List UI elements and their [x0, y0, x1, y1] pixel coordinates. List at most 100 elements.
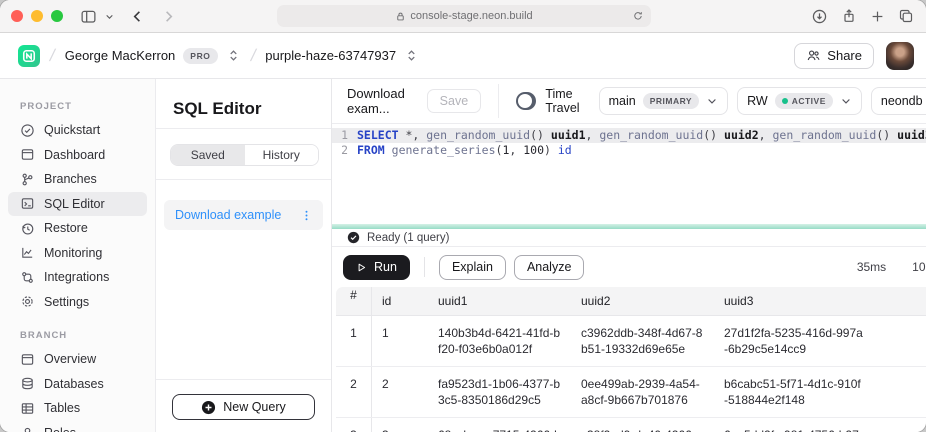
sidebar-item-label: Dashboard	[44, 148, 105, 162]
sidebar-item-label: Branches	[44, 172, 97, 186]
column-header-uuid2[interactable]: uuid2	[581, 293, 724, 309]
column-header-num[interactable]: #	[336, 287, 372, 315]
project-switcher-icon[interactable]	[404, 48, 419, 63]
share-page-icon[interactable]	[841, 8, 857, 24]
zoom-window-button[interactable]	[51, 10, 63, 22]
sql-icon	[20, 196, 35, 211]
page-title: SQL Editor	[156, 79, 331, 128]
org-name[interactable]: George MacKerron	[65, 48, 176, 63]
tab-saved[interactable]: Saved	[171, 145, 245, 165]
row-count: 100 rows	[912, 260, 926, 274]
table-cell: 68ccbcca-7715-4266-b6c5-9f7a14ea6e5e	[438, 418, 581, 432]
browser-chrome: console-stage.neon.build	[0, 0, 926, 33]
primary-badge: PRIMARY	[643, 93, 699, 109]
sidebar-item-databases[interactable]: Databases	[8, 372, 147, 397]
query-duration: 35ms	[857, 260, 886, 274]
safari-window: console-stage.neon.build / George M	[0, 0, 926, 432]
analyze-button[interactable]: Analyze	[514, 255, 584, 280]
sidebar-item-branches[interactable]: Branches	[8, 167, 147, 192]
branch-selector[interactable]: main PRIMARY	[599, 87, 728, 115]
saved-query-item[interactable]: Download example	[164, 200, 323, 230]
table-row[interactable]: 11140b3b4d-6421-41fd-bf20-f03e6b0a012fc3…	[336, 316, 926, 367]
sidebar-item-settings[interactable]: Settings	[8, 290, 147, 315]
play-icon	[356, 262, 367, 273]
roles-icon	[20, 425, 35, 432]
table-cell: c3962ddb-348f-4d67-8b51-19332d69e65e	[581, 316, 724, 366]
editor-main: Download exam... Save Time Travel main P…	[332, 79, 926, 432]
table-cell: 3	[372, 418, 438, 432]
chevron-down-icon	[706, 95, 718, 107]
sidebar-item-monitoring[interactable]: Monitoring	[8, 241, 147, 266]
neon-logo[interactable]	[18, 45, 40, 67]
code-line[interactable]: 1SELECT *, gen_random_uuid() uuid1, gen_…	[332, 128, 926, 143]
column-header-uuid3[interactable]: uuid3	[724, 293, 884, 309]
active-dot-icon	[782, 98, 788, 104]
sidebar-item-dashboard[interactable]: Dashboard	[8, 143, 147, 168]
sidebar-toggle-icon[interactable]	[77, 5, 100, 28]
table-cell: b6cabc51-5f71-4d1c-910f-518844e2f148	[724, 367, 884, 417]
user-avatar[interactable]	[886, 42, 914, 70]
sql-code-editor[interactable]: 1SELECT *, gen_random_uuid() uuid1, gen_…	[332, 124, 926, 224]
downloads-icon[interactable]	[811, 8, 828, 25]
actions-bar: Run Explain Analyze 35ms 100 rows	[332, 247, 926, 287]
compute-selector[interactable]: RW ACTIVE	[737, 87, 862, 115]
column-header-id[interactable]: id	[372, 293, 438, 309]
table-row[interactable]: 3368ccbcca-7715-4266-b6c5-9f7a14ea6e5ec3…	[336, 418, 926, 432]
gear-icon	[20, 294, 35, 309]
code-line[interactable]: 2FROM generate_series(1, 100) id	[332, 143, 926, 158]
tab-history[interactable]: History	[245, 145, 319, 165]
saved-query-label[interactable]: Download example	[175, 208, 281, 222]
save-button[interactable]: Save	[427, 89, 482, 113]
sidebar-item-label: Restore	[44, 221, 88, 235]
sidebar-item-restore[interactable]: Restore	[8, 216, 147, 241]
branch-name: main	[609, 94, 636, 108]
address-bar[interactable]: console-stage.neon.build	[277, 5, 651, 27]
reload-icon[interactable]	[632, 10, 644, 22]
new-query-button[interactable]: New Query	[172, 394, 315, 420]
share-button[interactable]: Share	[794, 43, 874, 69]
sidebar-item-label: Roles	[44, 426, 76, 432]
sidebar-item-roles[interactable]: Roles	[8, 421, 147, 432]
sidebar-item-quickstart[interactable]: Quickstart	[8, 118, 147, 143]
back-icon[interactable]	[127, 6, 148, 27]
line-number: 1	[332, 128, 355, 143]
org-switcher-icon[interactable]	[226, 48, 241, 63]
pro-badge: PRO	[183, 48, 217, 64]
time-travel-toggle[interactable]	[516, 92, 537, 110]
sidebar-item-label: Settings	[44, 295, 89, 309]
sidebar-item-label: Tables	[44, 401, 80, 415]
table-cell: c38f2ad9-de40-4266-a918-ae947c732ed0	[581, 418, 724, 432]
queries-panel: SQL Editor Saved History Download exampl…	[156, 79, 332, 432]
traffic-lights[interactable]	[11, 10, 63, 22]
status-text: Ready (1 query)	[367, 232, 449, 244]
sidebar-item-integrations[interactable]: Integrations	[8, 265, 147, 290]
forward-icon[interactable]	[158, 6, 179, 27]
sidebar-item-label: Overview	[44, 352, 96, 366]
explain-button[interactable]: Explain	[439, 255, 506, 280]
branch-icon	[20, 172, 35, 187]
new-tab-icon[interactable]	[870, 9, 885, 24]
column-header-uuid1[interactable]: uuid1	[438, 293, 581, 309]
sidebar-item-overview[interactable]: Overview	[8, 347, 147, 372]
sidebar-item-tables[interactable]: Tables	[8, 396, 147, 421]
chevron-down-icon[interactable]	[102, 9, 117, 24]
table-cell: 2	[336, 367, 372, 417]
database-name: neondb	[881, 94, 923, 108]
run-button[interactable]: Run	[343, 255, 410, 280]
saved-history-tabs: Saved History	[170, 144, 319, 166]
project-name[interactable]: purple-haze-63747937	[265, 48, 396, 63]
database-selector[interactable]: neondb	[871, 87, 926, 115]
close-window-button[interactable]	[11, 10, 23, 22]
sidebar-item-sql-editor[interactable]: SQL Editor	[8, 192, 147, 217]
breadcrumb-divider: /	[246, 46, 259, 66]
table-row[interactable]: 22fa9523d1-1b06-4377-b3c5-8350186d29c50e…	[336, 367, 926, 418]
minimize-window-button[interactable]	[31, 10, 43, 22]
table-cell: 140b3b4d-6421-41fd-bf20-f03e6b0a012f	[438, 316, 581, 366]
app-header: / George MacKerron PRO / purple-haze-637…	[0, 33, 926, 79]
kebab-menu-icon[interactable]	[300, 209, 313, 222]
sidebar-item-label: Quickstart	[44, 123, 100, 137]
users-icon	[806, 48, 821, 63]
chevron-down-icon	[840, 95, 852, 107]
tab-overview-icon[interactable]	[898, 8, 914, 24]
sidebar-section-label: BRANCH	[0, 330, 155, 347]
